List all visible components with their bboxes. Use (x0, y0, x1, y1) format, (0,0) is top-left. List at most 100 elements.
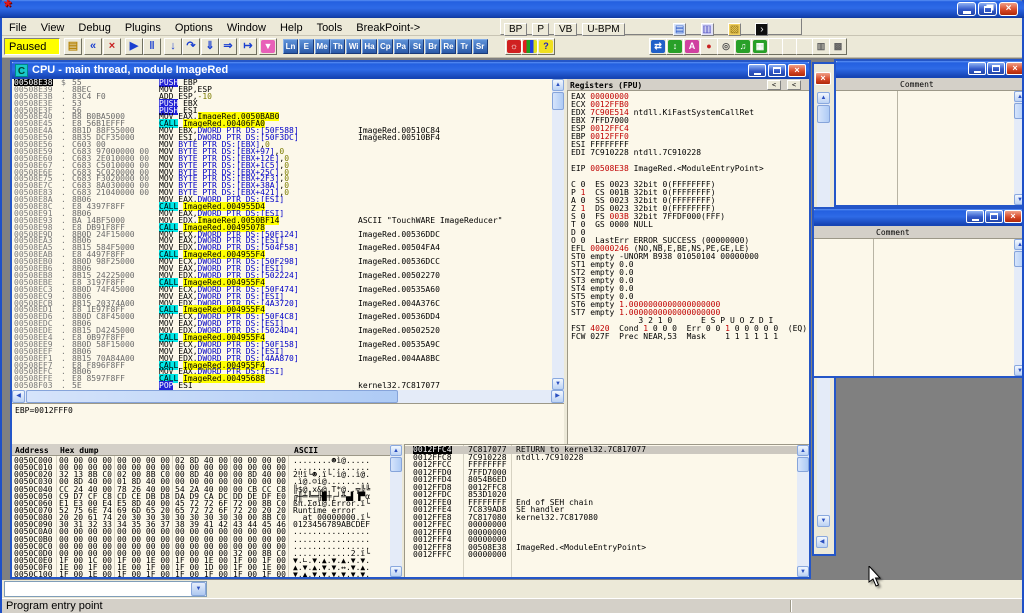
stack-row[interactable]: 0012FFEC00000000 (405, 521, 797, 529)
pause-icon[interactable]: ‖ (143, 38, 161, 55)
stack-row[interactable]: 0012FFE87C817080kernel32.7C817080 (405, 514, 797, 522)
menu-item-debug[interactable]: Debug (71, 20, 117, 37)
pane-button-me[interactable]: Me (315, 39, 330, 54)
spiral-icon[interactable]: ◎ (717, 38, 735, 55)
menu-item-tools[interactable]: Tools (310, 20, 350, 37)
swap-arrows-icon[interactable]: ⇄ (649, 38, 667, 55)
pane-button-br[interactable]: Br (425, 39, 440, 54)
chevron-down-icon[interactable]: ▼ (191, 582, 206, 596)
dump-pane[interactable]: 0050C00000 00 00 0000 00 00 0002 8D 40 0… (12, 444, 402, 577)
disasm-vscrollbar[interactable]: ▲ ▼ (552, 79, 564, 390)
highlight-a-icon[interactable]: A (683, 38, 701, 55)
stack-row[interactable]: 0012FFDC853D1020 (405, 491, 797, 499)
menu-item-window[interactable]: Window (220, 20, 273, 37)
green-sort-icon[interactable]: ↕ (666, 38, 684, 55)
menu-item-help[interactable]: Help (273, 20, 310, 37)
registers-pane[interactable]: EAX 00000000ECX 0012FFB0EDX 7C90E514 ntd… (567, 79, 809, 444)
pane-button-e[interactable]: E (299, 39, 314, 54)
comment-list[interactable]: ▲ ▼ (836, 91, 1022, 205)
comment-list[interactable]: ▲ ▼ (814, 239, 1022, 376)
help-icon[interactable]: ? (537, 38, 555, 55)
return-icon[interactable]: ↦ (239, 38, 257, 55)
green-window-icon[interactable]: ▦ (751, 38, 769, 55)
dump-vscrollbar[interactable]: ▲ ▼ (390, 445, 402, 577)
scrollbar[interactable]: ▲ ▼ (1014, 239, 1022, 376)
plugin-button-vb[interactable]: VB (554, 23, 577, 36)
log-icon[interactable]: ▥ (701, 23, 714, 36)
stack-row[interactable]: 0012FFE47C839AD8SE handler (405, 506, 797, 514)
close-icon[interactable]: × (815, 72, 831, 85)
plugin-button-p[interactable]: P (532, 23, 549, 36)
window-titlebar[interactable]: × (836, 61, 1022, 78)
console-icon[interactable]: › (755, 23, 768, 36)
menu-item-file[interactable]: File (2, 20, 34, 37)
stack-row[interactable]: 0012FFC87C910228ntdll.7C910228 (405, 454, 797, 462)
pane-button-pa[interactable]: Pa (394, 39, 409, 54)
cpu-titlebar[interactable]: CCPU - main thread, module ImageRed × (12, 62, 809, 79)
pane-button-cp[interactable]: Cp (378, 39, 393, 54)
close-icon[interactable]: × (788, 64, 806, 77)
stack-row[interactable]: 0012FFD07FFD7000 (405, 469, 797, 477)
minimize-icon[interactable] (968, 62, 986, 75)
pane-button-sr[interactable]: Sr (473, 39, 488, 54)
disasm-row[interactable]: 00508F03.5EPOP ESIkernel32.7C817077 (12, 382, 552, 389)
disasm-row[interactable]: 00508EFE.E8 8597F8FFCALL ImageRed.004956… (12, 375, 552, 382)
disasm-row[interactable]: 00508E3B.83C4 F0ADD ESP,-10 (12, 93, 552, 100)
menu-item-view[interactable]: View (34, 20, 72, 37)
pane-button-tr[interactable]: Tr (457, 39, 472, 54)
disasm-row[interactable]: 00508E38$55PUSH EBP (12, 79, 552, 86)
breakpoint-pink-icon[interactable]: ▼ (259, 38, 277, 55)
comment-column-header[interactable]: Comment (876, 228, 910, 237)
pane-button-wi[interactable]: Wi (346, 39, 361, 54)
menu-item-options[interactable]: Options (168, 20, 220, 37)
command-combobox[interactable]: ▼ (4, 581, 207, 597)
comment-column-header[interactable]: Comment (900, 80, 934, 89)
chevron-left-icon[interactable]: < (787, 80, 801, 90)
animate-into-icon[interactable]: ⇓ (201, 38, 219, 55)
stack-row[interactable]: 0012FFCCFFFFFFFF (405, 461, 797, 469)
menu-item-breakpoint[interactable]: BreakPoint-> (349, 20, 427, 37)
notes-icon[interactable]: ▤ (673, 23, 686, 36)
disasm-row[interactable]: 00508E3E.53PUSH EBX (12, 100, 552, 107)
maximize-icon[interactable] (985, 210, 1003, 223)
layout-columns-icon[interactable]: ▥ (812, 38, 830, 55)
stack-row[interactable]: 0012FFFC00000000 (405, 551, 797, 559)
close-program-icon[interactable]: × (103, 38, 121, 55)
pane-button-ln[interactable]: Ln (283, 39, 298, 54)
pane-button-th[interactable]: Th (330, 39, 345, 54)
record-dot-icon[interactable]: ● (700, 38, 718, 55)
scrollbar[interactable]: ▲ ▼ (1014, 91, 1022, 205)
stack-row[interactable]: 0012FFD48054B6ED (405, 476, 797, 484)
dump-row[interactable]: 0050C1001F 00 1E 001F 00 1F 001F 00 1F 0… (12, 571, 402, 577)
maximize-icon[interactable] (987, 62, 1005, 75)
stack-row[interactable]: 0012FFF000000000 (405, 529, 797, 537)
open-file-icon[interactable]: ▤ (64, 38, 82, 55)
maximize-icon[interactable] (768, 64, 786, 77)
chevron-left-icon[interactable]: < (767, 80, 781, 90)
menu-item-plugins[interactable]: Plugins (118, 20, 168, 37)
close-icon[interactable]: × (1006, 62, 1022, 75)
column-headers[interactable]: Comment (836, 78, 1022, 91)
stack-row[interactable]: 0012FFC47C817077RETURN to kernel32.7C817… (405, 446, 797, 454)
disassembly-pane[interactable]: 00508E38$55PUSH EBP00508E39.8BECMOV EBP,… (12, 79, 552, 390)
close-button[interactable]: × (999, 2, 1018, 16)
minimize-icon[interactable] (966, 210, 984, 223)
column-headers[interactable]: Comment (814, 226, 1022, 239)
pane-button-st[interactable]: St (409, 39, 424, 54)
close-icon[interactable]: × (1004, 210, 1022, 223)
disasm-hscrollbar[interactable]: ◀ ▶ (12, 390, 564, 403)
pane-button-ha[interactable]: Ha (362, 39, 377, 54)
scroll-left-icon[interactable]: ◀ (816, 536, 828, 548)
pane-button-re[interactable]: Re (441, 39, 456, 54)
window-titlebar[interactable]: × (814, 209, 1022, 226)
minimize-button[interactable] (957, 2, 976, 16)
run-icon[interactable]: ▶ (125, 38, 143, 55)
stack-row[interactable]: 0012FFE0FFFFFFFFEnd of SEH chain (405, 499, 797, 507)
minimize-icon[interactable] (748, 64, 766, 77)
layout-mixed-icon[interactable]: ▩ (829, 38, 847, 55)
step-over-icon[interactable]: ↷ (182, 38, 200, 55)
step-into-icon[interactable]: ↓ (164, 38, 182, 55)
restart-icon[interactable]: « (84, 38, 102, 55)
restore-button[interactable] (978, 2, 997, 16)
plugin-button-bp[interactable]: BP (504, 23, 527, 36)
